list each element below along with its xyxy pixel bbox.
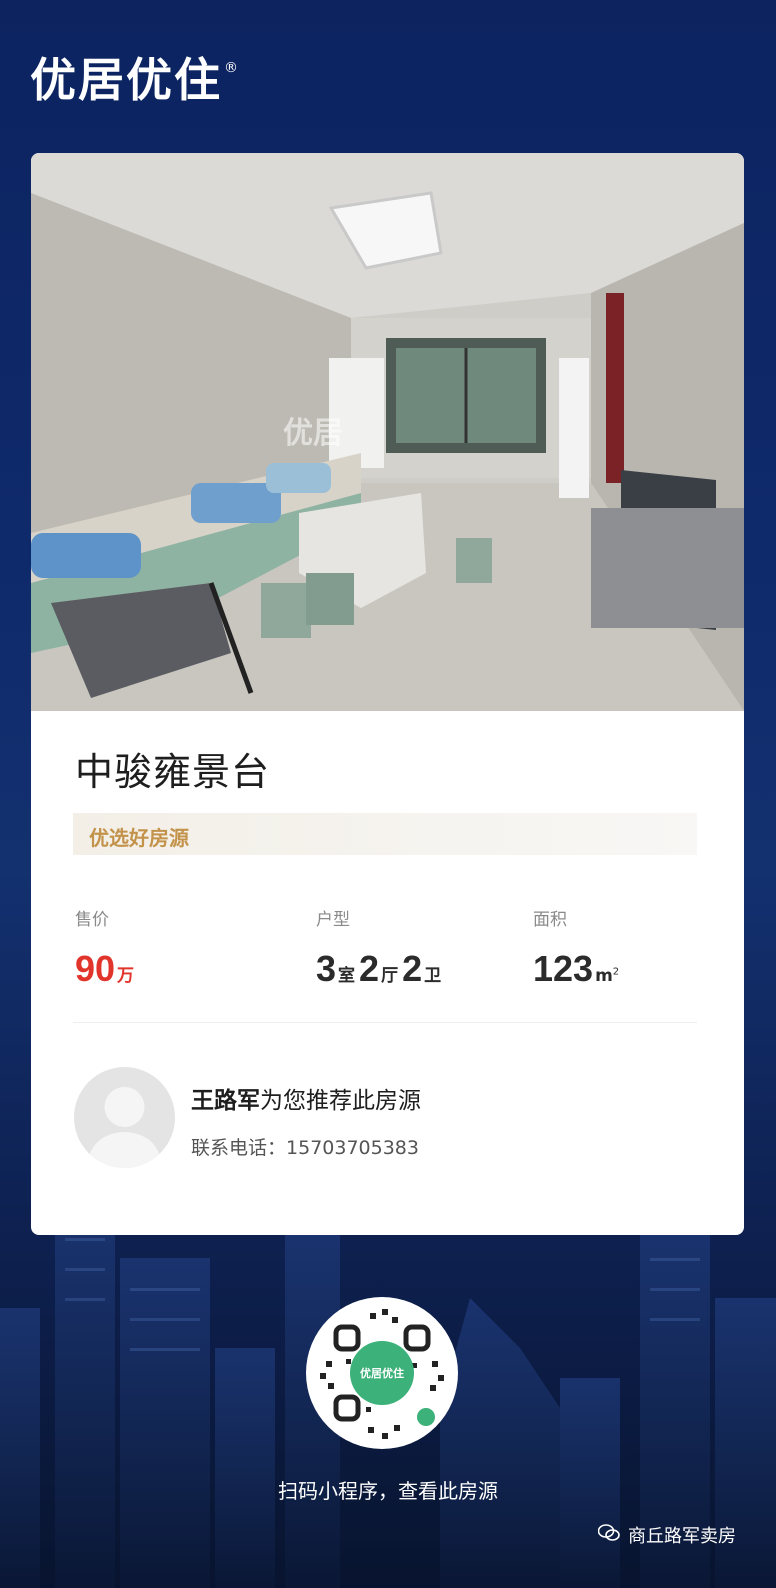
phone-number[interactable]: 15703705383 (286, 1137, 419, 1159)
listing-photo[interactable]: 优居 (31, 153, 744, 711)
wechat-icon (597, 1523, 620, 1547)
halls-unit: 厅 (381, 966, 399, 986)
account-name: 商丘路军卖房 (628, 1526, 736, 1547)
default-avatar-icon (88, 1087, 161, 1168)
area-label: 面积 (533, 910, 567, 930)
agent-avatar[interactable] (74, 1067, 175, 1168)
rooms-count: 3 (316, 948, 337, 989)
price-value: 90 (75, 948, 116, 989)
listing-title: 中骏雍景台 (75, 750, 271, 794)
rooms-unit: 室 (338, 966, 356, 986)
qr-center-logo: 优居优住 (350, 1341, 414, 1405)
area-unit: m2 (595, 966, 620, 986)
area-stat: 面积 123 m2 (533, 905, 623, 990)
agent-recommendation: 王路军为您推荐此房源 (191, 1081, 421, 1115)
agent-phone[interactable]: 联系电话：15703705383 (191, 1133, 419, 1160)
price-stat: 售价 90 万 (75, 905, 138, 990)
living-room-photo (31, 153, 744, 711)
mini-program-qr-code[interactable]: 优居优住 (306, 1297, 458, 1449)
registered-mark: ® (224, 60, 240, 76)
wechat-account-attribution: 商丘路军卖房 (597, 1522, 736, 1548)
agent-name: 王路军 (191, 1088, 260, 1114)
quality-tag-label: 优选好房源 (89, 826, 189, 850)
photo-watermark: 优居 (283, 416, 343, 451)
quality-tag: 优选好房源 (73, 813, 697, 855)
scan-instruction: 扫码小程序，查看此房源 (278, 1479, 498, 1503)
brand-logo-text: 优居优住 (30, 53, 222, 107)
listing-card[interactable]: 优居 中骏雍景台 优选好房源 售价 90 万 户型 3室2厅2卫 面积 123 m2… (31, 153, 744, 1235)
brand-logo: 优居优住 ® (30, 44, 240, 110)
baths-count: 2 (402, 948, 423, 989)
area-value: 123 (533, 948, 594, 989)
baths-unit: 卫 (424, 966, 442, 986)
price-label: 售价 (75, 910, 109, 930)
layout-label: 户型 (316, 910, 350, 930)
price-unit: 万 (117, 966, 135, 986)
layout-stat: 户型 3室2厅2卫 (316, 905, 445, 990)
divider (73, 1022, 697, 1023)
phone-label: 联系电话： (191, 1137, 287, 1159)
recommend-text: 为您推荐此房源 (260, 1088, 421, 1114)
halls-count: 2 (359, 948, 380, 989)
